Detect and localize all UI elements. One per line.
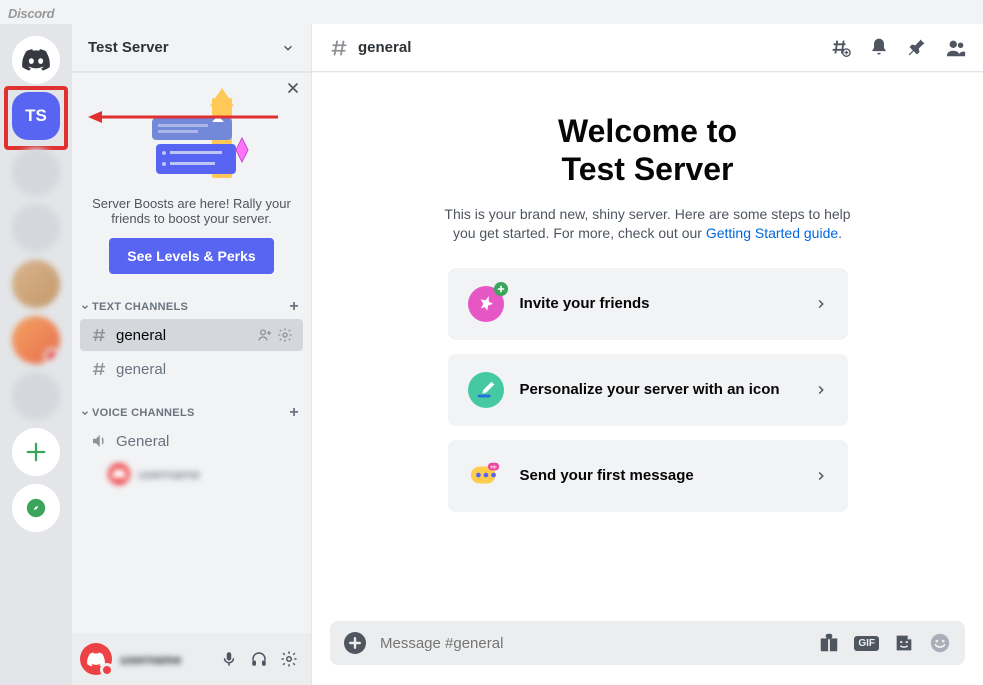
channel-sidebar: Test Server xyxy=(72,24,312,685)
channel-settings-icon[interactable] xyxy=(277,327,293,343)
text-channels-category[interactable]: TEXT CHANNELS + xyxy=(72,290,311,318)
chevron-down-icon xyxy=(80,408,90,418)
microphone-icon xyxy=(220,650,238,668)
gift-icon xyxy=(818,632,840,654)
voice-user[interactable]: username xyxy=(72,458,311,490)
server-icon-blurred[interactable] xyxy=(12,372,60,420)
category-label: VOICE CHANNELS xyxy=(92,407,195,419)
add-server-button[interactable] xyxy=(12,428,60,476)
server-list: TS xyxy=(0,24,72,685)
emoji-button[interactable] xyxy=(929,632,951,654)
channel-header: general xyxy=(312,24,983,72)
server-acronym: TS xyxy=(25,106,47,126)
self-username[interactable]: username xyxy=(120,652,207,667)
chevron-right-icon xyxy=(814,297,828,311)
bell-icon xyxy=(869,37,889,57)
speaker-icon xyxy=(90,432,108,450)
pinned-messages-button[interactable] xyxy=(907,37,927,59)
message-compose: GIF xyxy=(330,621,965,665)
plus-icon xyxy=(349,637,361,649)
text-channel-general[interactable]: general xyxy=(80,319,303,351)
create-channel-button[interactable]: + xyxy=(289,298,299,316)
boost-promo-card: Server Boosts are here! Rally your frien… xyxy=(72,72,311,290)
emoji-icon xyxy=(929,632,951,654)
voice-channel-general[interactable]: General xyxy=(80,425,303,457)
app-title: Discord xyxy=(8,6,54,21)
notification-badge xyxy=(44,348,60,364)
create-channel-button[interactable]: + xyxy=(289,404,299,422)
pin-icon xyxy=(907,37,927,57)
hash-icon xyxy=(90,360,108,378)
member-list-button[interactable] xyxy=(945,37,967,59)
mute-button[interactable] xyxy=(215,645,243,673)
voice-channels-category[interactable]: VOICE CHANNELS + xyxy=(72,396,311,424)
gear-icon xyxy=(280,650,298,668)
message-input[interactable] xyxy=(380,635,818,652)
welcome-heading: Welcome to Test Server xyxy=(558,112,737,189)
gif-button[interactable]: GIF xyxy=(854,636,879,651)
channel-name: general xyxy=(116,361,166,378)
personalize-server-card[interactable]: Personalize your server with an icon xyxy=(448,354,848,426)
action-label: Personalize your server with an icon xyxy=(520,381,814,398)
channel-name: general xyxy=(116,327,166,344)
home-button[interactable] xyxy=(12,36,60,84)
action-label: Invite your friends xyxy=(520,295,814,312)
status-indicator xyxy=(100,663,114,677)
self-avatar[interactable] xyxy=(80,643,112,675)
gift-button[interactable] xyxy=(818,632,840,654)
server-icon-blurred[interactable] xyxy=(12,316,60,364)
welcome-text: This is your brand new, shiny server. He… xyxy=(438,205,858,244)
chevron-down-icon xyxy=(281,41,295,55)
boost-text: Server Boosts are here! Rally your frien… xyxy=(88,196,295,226)
threads-icon xyxy=(829,37,851,59)
sticker-button[interactable] xyxy=(893,632,915,654)
main-area: general Welcome to Test Server This is y… xyxy=(312,24,983,685)
attach-button[interactable] xyxy=(344,632,366,654)
explore-servers-button[interactable] xyxy=(12,484,60,532)
compass-icon xyxy=(25,497,47,519)
headphones-icon xyxy=(250,650,268,668)
server-icon-test-server[interactable]: TS xyxy=(12,92,60,140)
svg-text:Hi!: Hi! xyxy=(490,464,497,470)
hash-icon xyxy=(90,326,108,344)
server-name: Test Server xyxy=(88,39,169,56)
invite-friends-card[interactable]: Invite your friends xyxy=(448,268,848,340)
chevron-right-icon xyxy=(814,383,828,397)
voice-username: username xyxy=(138,466,200,482)
invite-icon xyxy=(468,286,504,322)
sticker-icon xyxy=(893,632,915,654)
create-invite-icon[interactable] xyxy=(257,327,273,343)
plus-icon xyxy=(25,441,47,463)
discord-logo-icon xyxy=(22,49,50,71)
chevron-right-icon xyxy=(814,469,828,483)
avatar xyxy=(108,463,130,485)
first-message-card[interactable]: Hi! Send your first message xyxy=(448,440,848,512)
server-icon-blurred[interactable] xyxy=(12,204,60,252)
server-icon-blurred[interactable] xyxy=(12,260,60,308)
people-icon xyxy=(945,37,967,59)
paint-icon xyxy=(468,372,504,408)
close-icon xyxy=(285,80,301,96)
chevron-down-icon xyxy=(80,302,90,312)
server-icon-blurred[interactable] xyxy=(12,148,60,196)
user-panel: username xyxy=(72,633,311,685)
threads-button[interactable] xyxy=(829,37,851,59)
action-label: Send your first message xyxy=(520,467,814,484)
user-settings-button[interactable] xyxy=(275,645,303,673)
message-icon: Hi! xyxy=(468,458,504,494)
server-header[interactable]: Test Server xyxy=(72,24,311,72)
boost-button[interactable]: See Levels & Perks xyxy=(109,238,273,274)
close-button[interactable] xyxy=(285,80,301,96)
channel-name: General xyxy=(116,433,169,450)
hash-icon xyxy=(328,37,350,59)
getting-started-link[interactable]: Getting Started guide xyxy=(706,225,838,241)
deafen-button[interactable] xyxy=(245,645,273,673)
channel-title: general xyxy=(358,39,411,56)
text-channel-general[interactable]: general xyxy=(80,353,303,385)
category-label: TEXT CHANNELS xyxy=(92,301,188,313)
boost-illustration xyxy=(88,88,295,188)
notifications-button[interactable] xyxy=(869,37,889,59)
